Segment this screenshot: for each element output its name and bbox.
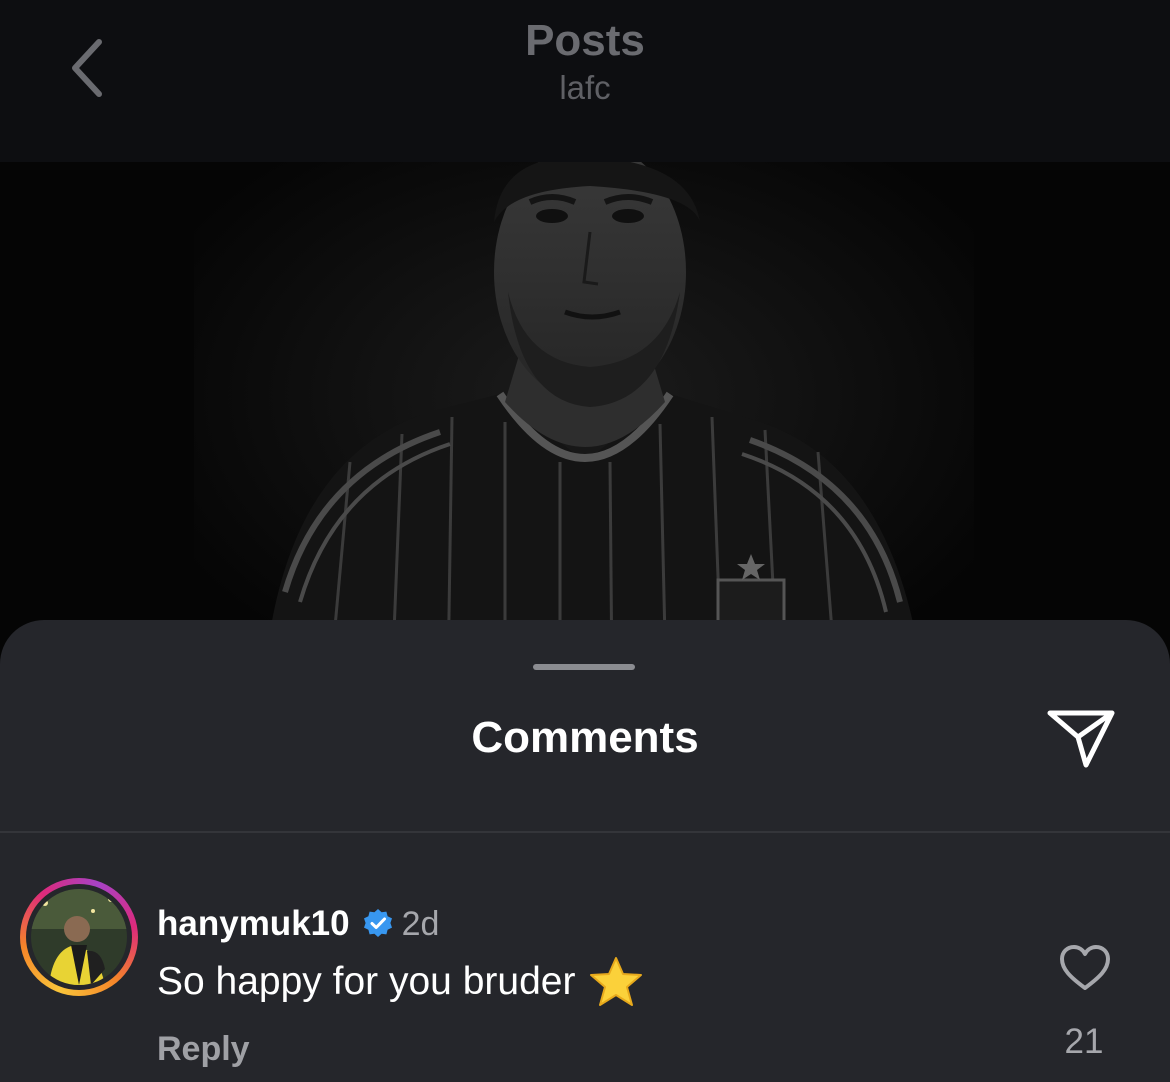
- divider: [0, 831, 1170, 833]
- avatar: [31, 889, 127, 985]
- send-icon: [1047, 710, 1115, 768]
- verified-badge-icon: [362, 908, 394, 940]
- account-subtitle: lafc: [559, 69, 611, 106]
- star-emoji-icon: [589, 956, 643, 1008]
- avatar-story-ring[interactable]: [20, 878, 138, 996]
- player-portrait-image: [0, 162, 1170, 682]
- header-titles: Posts lafc: [0, 14, 1170, 108]
- reply-button[interactable]: Reply: [157, 1030, 250, 1069]
- comments-title: Comments: [471, 713, 699, 762]
- comment-text: So happy for you bruder: [157, 960, 576, 1003]
- page-title: Posts: [525, 16, 645, 65]
- top-navigation-bar: Posts lafc: [0, 0, 1170, 162]
- comment-timestamp: 2d: [401, 904, 440, 943]
- comment-header: hanymuk10 2d: [157, 902, 439, 946]
- share-button[interactable]: [1042, 704, 1120, 774]
- like-button[interactable]: [1056, 942, 1114, 994]
- user-avatar-image: [31, 889, 127, 985]
- post-image[interactable]: [0, 162, 1170, 682]
- comments-sheet: Comments hanymuk10 2d So happy for you b…: [0, 620, 1170, 1082]
- comment-item: hanymuk10 2d So happy for you bruder Rep…: [0, 876, 1170, 1076]
- heart-icon: [1060, 945, 1110, 990]
- sheet-grabber-handle[interactable]: [533, 664, 635, 670]
- comment-body: So happy for you bruder: [157, 956, 643, 1008]
- like-count: 21: [1064, 1022, 1104, 1061]
- comment-username[interactable]: hanymuk10: [157, 904, 350, 944]
